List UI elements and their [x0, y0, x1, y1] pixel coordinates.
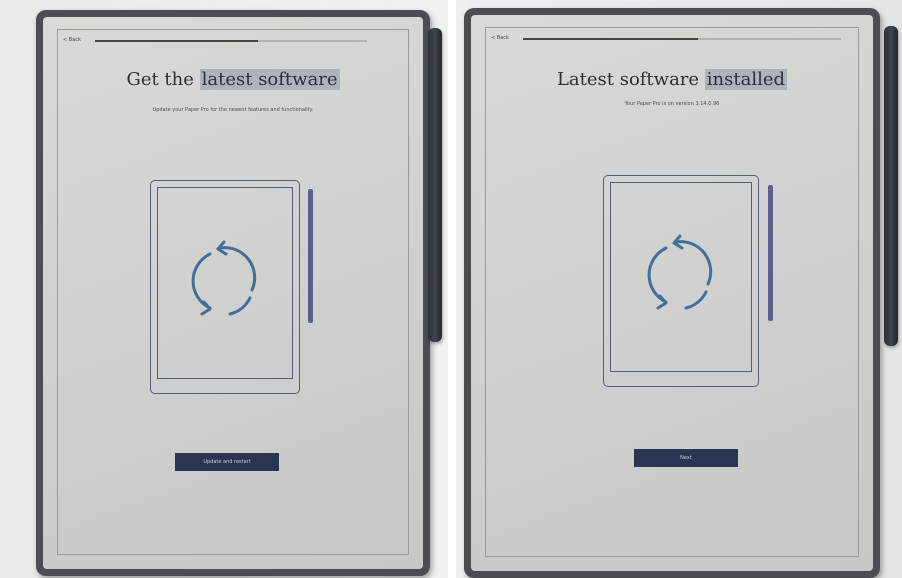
right-photo: < Back Latest software installed Your Pa…: [456, 0, 902, 578]
setup-progress-bar: [523, 38, 841, 40]
setup-progress-fill: [523, 38, 698, 40]
tablet-device: < Back Get the latest software Update yo…: [36, 10, 430, 576]
update-and-restart-button[interactable]: Update and restart: [175, 453, 279, 471]
page-subtitle: Your Paper Pro is on version 3.14.0.96: [624, 101, 720, 107]
back-button[interactable]: < Back: [63, 37, 81, 43]
page-title: Get the latest software: [43, 69, 423, 90]
stylus: [428, 28, 442, 342]
page-title: Latest software installed: [471, 69, 873, 90]
back-button[interactable]: < Back: [491, 35, 509, 41]
tablet-screen: < Back Get the latest software Update yo…: [43, 17, 423, 569]
next-button[interactable]: Next: [634, 449, 738, 467]
sync-icon: [647, 234, 713, 310]
setup-progress-bar: [95, 40, 367, 42]
photo-divider: [448, 0, 456, 578]
back-label: < Back: [491, 35, 509, 41]
illustration-stylus: [308, 189, 313, 323]
device-illustration: [150, 180, 300, 394]
button-label: Next: [680, 455, 692, 461]
illustration-stylus: [768, 185, 773, 321]
button-label: Update and restart: [203, 459, 251, 465]
device-illustration: [603, 175, 759, 387]
back-label: < Back: [63, 37, 81, 43]
sync-icon: [191, 240, 257, 316]
title-text: Get the: [126, 69, 200, 90]
tablet-screen: < Back Latest software installed Your Pa…: [471, 15, 873, 571]
stylus: [884, 26, 898, 346]
page-subtitle: Update your Paper Pro for the newest fea…: [152, 107, 314, 113]
title-highlight: installed: [704, 69, 788, 90]
title-highlight: latest software: [199, 69, 340, 90]
title-text: Latest software: [556, 69, 705, 90]
setup-progress-fill: [95, 40, 259, 42]
left-photo: < Back Get the latest software Update yo…: [0, 0, 448, 578]
tablet-device: < Back Latest software installed Your Pa…: [464, 8, 880, 578]
